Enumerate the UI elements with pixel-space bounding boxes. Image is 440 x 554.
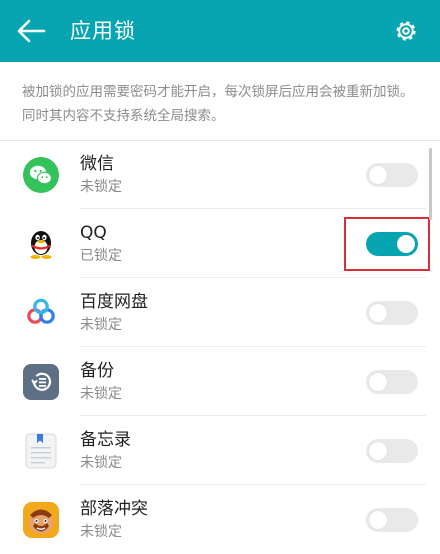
qq-penguin-icon — [30, 231, 52, 259]
lock-status: 未锁定 — [80, 386, 122, 402]
app-list: 微信 未锁定 QQ 已锁定 百度网盘 未锁定 备份 未锁定 备忘录 未锁定 部落… — [0, 140, 440, 554]
app-name: 备忘录 — [80, 430, 131, 450]
app-name: 百度网盘 — [80, 292, 148, 312]
list-item-notepad[interactable]: 备忘录 未锁定 — [0, 416, 440, 485]
app-name: 备份 — [80, 361, 114, 381]
lock-notice-text: 被加锁的应用需要密码才能开启，每次锁屏后应用会被重新加锁。同时其内容不支持系统全… — [22, 84, 414, 124]
lock-toggle[interactable] — [366, 163, 418, 187]
toggle-knob — [369, 511, 387, 529]
list-item-wechat[interactable]: 微信 未锁定 — [0, 140, 440, 209]
notepad-icon — [25, 433, 57, 469]
toggle-knob — [369, 373, 387, 391]
list-item-backup[interactable]: 备份 未锁定 — [0, 347, 440, 416]
app-name: 部落冲突 — [80, 499, 148, 519]
lock-toggle[interactable] — [366, 439, 418, 463]
lock-status: 未锁定 — [80, 317, 122, 333]
wechat-icon — [23, 157, 59, 193]
list-item-clash-of-clans[interactable]: 部落冲突 未锁定 — [0, 485, 440, 554]
qq-toggle-highlight-box — [344, 217, 430, 271]
lock-status: 未锁定 — [80, 179, 122, 195]
page-title: 应用锁 — [70, 19, 136, 43]
gear-icon[interactable] — [392, 17, 420, 45]
lock-status: 已锁定 — [80, 248, 122, 264]
toggle-knob — [369, 304, 387, 322]
clash-of-clans-icon — [23, 502, 59, 538]
backup-icon — [23, 364, 59, 400]
toggle-knob — [369, 166, 387, 184]
app-bar: 应用锁 — [0, 0, 440, 62]
app-name: 微信 — [80, 154, 114, 174]
back-arrow-icon[interactable] — [14, 16, 48, 46]
lock-toggle[interactable] — [366, 508, 418, 532]
lock-toggle[interactable] — [366, 370, 418, 394]
baidu-netdisk-icon — [27, 298, 55, 324]
lock-status: 未锁定 — [80, 524, 122, 540]
lock-toggle[interactable] — [366, 301, 418, 325]
app-name: QQ — [80, 223, 107, 243]
lock-status: 未锁定 — [80, 455, 122, 471]
list-item-baidu-netdisk[interactable]: 百度网盘 未锁定 — [0, 278, 440, 347]
toggle-knob — [369, 442, 387, 460]
scrollbar[interactable] — [429, 148, 432, 220]
